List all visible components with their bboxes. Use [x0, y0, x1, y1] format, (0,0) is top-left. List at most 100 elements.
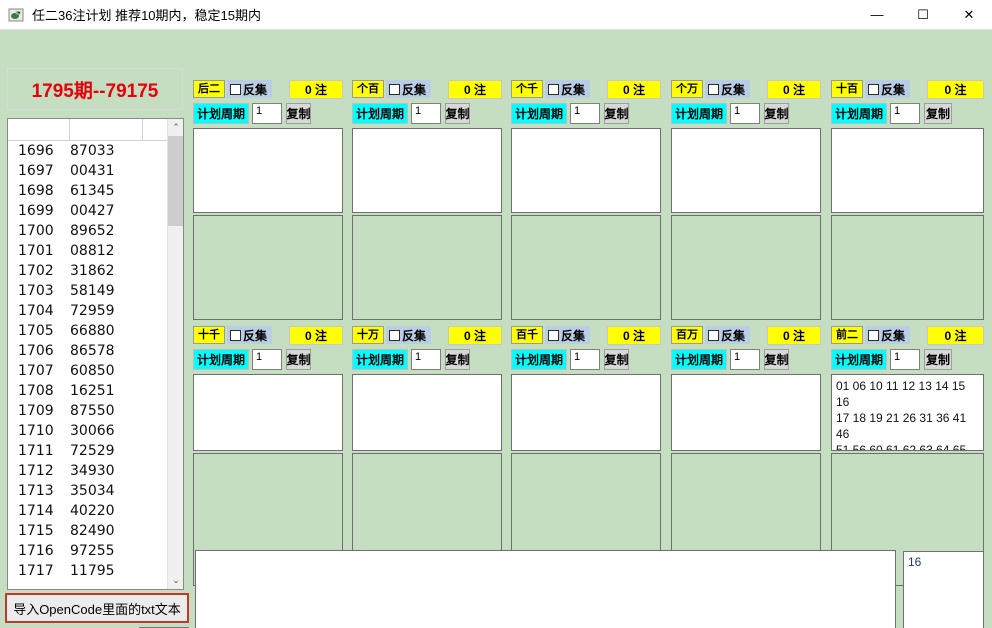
panel-tag-button[interactable]: 十万: [352, 326, 384, 344]
copy-button[interactable]: 复制: [764, 349, 790, 370]
copy-button[interactable]: 复制: [445, 349, 471, 370]
history-row[interactable]: 1697 00431: [8, 161, 167, 181]
plan-output-box[interactable]: 01 06 10 11 12 13 14 15 16 17 18 19 21 26…: [831, 374, 984, 451]
copy-button[interactable]: 复制: [764, 103, 790, 124]
fanji-checkbox[interactable]: [868, 329, 879, 341]
scroll-down-icon[interactable]: ⌄: [168, 572, 183, 589]
copy-button[interactable]: 复制: [924, 103, 953, 124]
plan-secondary-box[interactable]: [831, 215, 984, 320]
plan-cycle-input[interactable]: 1: [730, 349, 761, 370]
history-row[interactable]: 1713 35034: [8, 481, 167, 501]
fanji-checkbox-group[interactable]: 反集: [865, 326, 911, 344]
plan-cycle-input[interactable]: 1: [411, 349, 442, 370]
plan-secondary-box[interactable]: [352, 215, 502, 320]
plan-secondary-box[interactable]: [511, 215, 661, 320]
history-row[interactable]: 1696 87033: [8, 141, 167, 161]
fanji-checkbox-group[interactable]: 反集: [705, 80, 751, 98]
plan-output-box[interactable]: [671, 374, 821, 451]
history-row[interactable]: 1712 34930: [8, 461, 167, 481]
plan-output-box[interactable]: [352, 128, 502, 213]
plan-cycle-input[interactable]: 1: [890, 103, 921, 124]
history-row[interactable]: 1705 66880: [8, 321, 167, 341]
history-row[interactable]: 1708 16251: [8, 381, 167, 401]
history-row[interactable]: 1710 30066: [8, 421, 167, 441]
plan-cycle-button[interactable]: 计划周期: [831, 103, 888, 124]
plan-cycle-input[interactable]: 1: [890, 349, 921, 370]
history-list-rows[interactable]: 1696 87033 1697 00431 1698 61345 1699 00427 1700…: [8, 141, 167, 589]
plan-cycle-input[interactable]: 1: [252, 103, 283, 124]
history-row[interactable]: 1702 31862: [8, 261, 167, 281]
plan-cycle-button[interactable]: 计划周期: [511, 349, 568, 370]
plan-output-box[interactable]: [511, 128, 661, 213]
history-row[interactable]: 1698 61345: [8, 181, 167, 201]
fanji-checkbox[interactable]: [389, 83, 400, 95]
fanji-checkbox[interactable]: [868, 83, 879, 95]
copy-button[interactable]: 复制: [924, 349, 953, 370]
history-row[interactable]: 1717 11795: [8, 561, 167, 581]
history-list[interactable]: 1696 87033 1697 00431 1698 61345 1699 00427 1700…: [7, 118, 184, 590]
history-row[interactable]: 1704 72959: [8, 301, 167, 321]
fanji-checkbox-group[interactable]: 反集: [227, 326, 273, 344]
panel-tag-button[interactable]: 后二: [193, 80, 225, 98]
history-list-scrollbar[interactable]: ⌃ ⌄: [167, 119, 183, 589]
fanji-checkbox[interactable]: [389, 329, 400, 341]
copy-button[interactable]: 复制: [445, 103, 471, 124]
plan-output-box[interactable]: [193, 374, 343, 451]
copy-button[interactable]: 复制: [604, 349, 630, 370]
panel-tag-button[interactable]: 十千: [193, 326, 225, 344]
minimize-button[interactable]: —: [854, 0, 900, 30]
fanji-checkbox-group[interactable]: 反集: [227, 80, 273, 98]
fanji-checkbox[interactable]: [230, 83, 241, 95]
plan-cycle-button[interactable]: 计划周期: [193, 103, 250, 124]
plan-cycle-input[interactable]: 1: [252, 349, 283, 370]
history-row[interactable]: 1700 89652: [8, 221, 167, 241]
panel-tag-button[interactable]: 个百: [352, 80, 384, 98]
panel-tag-button[interactable]: 前二: [831, 326, 863, 344]
history-row[interactable]: 1699 00427: [8, 201, 167, 221]
history-row[interactable]: 1703 58149: [8, 281, 167, 301]
fanji-checkbox-group[interactable]: 反集: [705, 326, 751, 344]
fanji-checkbox[interactable]: [548, 329, 559, 341]
plan-cycle-input[interactable]: 1: [570, 103, 601, 124]
scroll-up-icon[interactable]: ⌃: [168, 119, 183, 136]
plan-cycle-input[interactable]: 1: [411, 103, 442, 124]
plan-output-box[interactable]: [193, 128, 343, 213]
side-textarea[interactable]: 16: [903, 551, 984, 628]
fanji-checkbox-group[interactable]: 反集: [386, 80, 432, 98]
plan-output-box[interactable]: [511, 374, 661, 451]
history-row[interactable]: 1709 87550: [8, 401, 167, 421]
panel-tag-button[interactable]: 百万: [671, 326, 703, 344]
plan-cycle-input[interactable]: 1: [570, 349, 601, 370]
plan-cycle-input[interactable]: 1: [730, 103, 761, 124]
plan-cycle-button[interactable]: 计划周期: [831, 349, 888, 370]
panel-tag-button[interactable]: 个千: [511, 80, 543, 98]
copy-button[interactable]: 复制: [604, 103, 630, 124]
plan-secondary-box[interactable]: [193, 215, 343, 320]
copy-button[interactable]: 复制: [286, 349, 312, 370]
panel-tag-button[interactable]: 百千: [511, 326, 543, 344]
fanji-checkbox[interactable]: [230, 329, 241, 341]
fanji-checkbox-group[interactable]: 反集: [545, 326, 591, 344]
fanji-checkbox[interactable]: [708, 83, 719, 95]
plan-output-box[interactable]: [352, 374, 502, 451]
fanji-checkbox-group[interactable]: 反集: [865, 80, 911, 98]
import-txt-button[interactable]: 导入OpenCode里面的txt文本: [5, 593, 189, 623]
plan-cycle-button[interactable]: 计划周期: [193, 349, 250, 370]
plan-cycle-button[interactable]: 计划周期: [671, 103, 728, 124]
fanji-checkbox[interactable]: [548, 83, 559, 95]
plan-secondary-box[interactable]: [671, 215, 821, 320]
history-row[interactable]: 1715 82490: [8, 521, 167, 541]
close-button[interactable]: ✕: [946, 0, 992, 30]
maximize-button[interactable]: ☐: [900, 0, 946, 30]
plan-cycle-button[interactable]: 计划周期: [352, 103, 409, 124]
history-row[interactable]: 1707 60850: [8, 361, 167, 381]
fanji-checkbox-group[interactable]: 反集: [386, 326, 432, 344]
fanji-checkbox[interactable]: [708, 329, 719, 341]
plan-output-box[interactable]: [831, 128, 984, 213]
scrollbar-thumb[interactable]: [168, 136, 183, 226]
history-row[interactable]: 1711 72529: [8, 441, 167, 461]
output-textarea[interactable]: [195, 550, 896, 628]
history-row[interactable]: 1706 86578: [8, 341, 167, 361]
plan-cycle-button[interactable]: 计划周期: [671, 349, 728, 370]
plan-output-box[interactable]: [671, 128, 821, 213]
